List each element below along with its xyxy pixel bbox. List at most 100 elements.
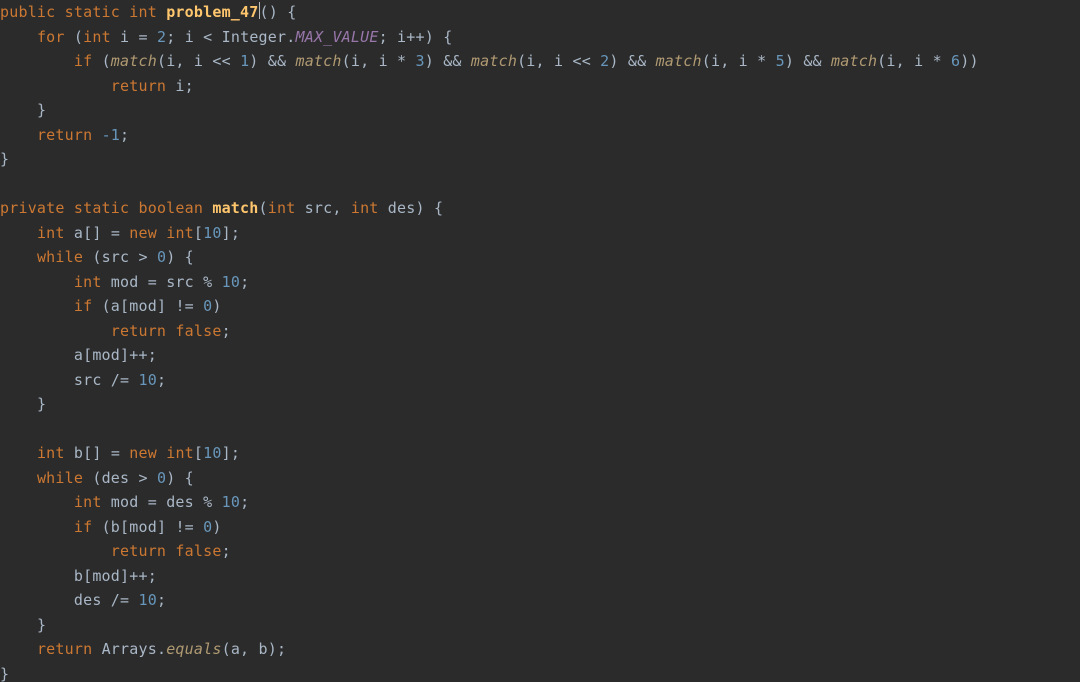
punct-cbrack: ] — [157, 297, 166, 315]
ident-i: i — [397, 28, 406, 46]
punct-obrack: [ — [83, 346, 92, 364]
punct-oparen: ( — [517, 52, 526, 70]
punct-semi: ; — [166, 28, 175, 46]
punct-cbrace: } — [37, 395, 46, 413]
op-shl: << — [212, 52, 230, 70]
number-0: 0 — [157, 248, 166, 266]
punct-cbrack: ] — [120, 346, 129, 364]
punct-dot: . — [157, 640, 166, 658]
ident-src: src — [305, 199, 333, 217]
number-minus1: -1 — [102, 126, 120, 144]
ident-b: b — [74, 567, 83, 585]
call-match: match — [656, 52, 702, 70]
keyword-if: if — [74, 52, 92, 70]
ident-i: i — [711, 52, 720, 70]
punct-cbrace: } — [0, 150, 9, 168]
number-6: 6 — [951, 52, 960, 70]
ident-mod: mod — [111, 493, 139, 511]
op-mod: % — [203, 273, 212, 291]
method-name-problem47: problem_47 — [166, 3, 258, 21]
ident-a: a — [231, 640, 240, 658]
keyword-static: static — [74, 199, 129, 217]
punct-obrack: [ — [83, 444, 92, 462]
punct-cparen: ) — [212, 518, 221, 536]
punct-obrack: [ — [83, 567, 92, 585]
keyword-int: int — [37, 444, 65, 462]
op-mul: * — [933, 52, 942, 70]
op-mul: * — [757, 52, 766, 70]
punct-obrack: [ — [194, 444, 203, 462]
punct-cbrack: ] — [92, 224, 101, 242]
keyword-private: private — [0, 199, 65, 217]
call-equals: equals — [166, 640, 221, 658]
punct-cparen: ) — [268, 640, 277, 658]
punct-semi: ; — [120, 126, 129, 144]
number-1: 1 — [240, 52, 249, 70]
number-10: 10 — [222, 273, 240, 291]
op-assign: = — [139, 28, 148, 46]
punct-cbrack: ] — [222, 224, 231, 242]
punct-semi: ; — [231, 444, 240, 462]
op-inc: ++ — [129, 567, 147, 585]
punct-cparen: ) — [970, 52, 979, 70]
punct-oparen: ( — [342, 52, 351, 70]
op-mul: * — [397, 52, 406, 70]
punct-cbrack: ] — [120, 567, 129, 585]
number-10: 10 — [203, 444, 221, 462]
punct-cparen: ) — [785, 52, 794, 70]
ident-src: src — [166, 273, 194, 291]
op-diveq: /= — [111, 591, 129, 609]
ident-des: des — [74, 591, 102, 609]
keyword-int: int — [83, 28, 111, 46]
keyword-static: static — [65, 3, 120, 21]
op-and: && — [803, 52, 821, 70]
number-10: 10 — [203, 224, 221, 242]
ident-src: src — [74, 371, 102, 389]
punct-cparen: ) — [425, 52, 434, 70]
keyword-false: false — [175, 322, 221, 340]
ident-b: b — [111, 518, 120, 536]
number-0: 0 — [203, 518, 212, 536]
ident-i: i — [914, 52, 923, 70]
op-diveq: /= — [111, 371, 129, 389]
number-3: 3 — [416, 52, 425, 70]
punct-obrack: [ — [120, 297, 129, 315]
punct-cbrace: } — [0, 665, 9, 682]
ident-b: b — [74, 444, 83, 462]
ident-des: des — [388, 199, 416, 217]
keyword-int: int — [166, 444, 194, 462]
keyword-boolean: boolean — [138, 199, 203, 217]
punct-oparen: ( — [102, 518, 111, 536]
punct-semi: ; — [157, 591, 166, 609]
op-inc: ++ — [406, 28, 424, 46]
op-and: && — [443, 52, 461, 70]
op-inc: ++ — [129, 346, 147, 364]
punct-obrace: { — [443, 28, 452, 46]
keyword-int: int — [74, 493, 102, 511]
op-gt: > — [139, 248, 148, 266]
op-shl: << — [572, 52, 590, 70]
punct-obrace: { — [185, 469, 194, 487]
ident-mod: mod — [129, 518, 157, 536]
punct-cparen: ) — [166, 248, 175, 266]
keyword-new: new — [129, 224, 157, 242]
method-name-match: match — [212, 199, 258, 217]
code-editor[interactable]: public static int problem_47() { for (in… — [0, 0, 1080, 682]
ident-a: a — [111, 297, 120, 315]
punct-oparen: ( — [157, 52, 166, 70]
punct-cparen: ) — [166, 469, 175, 487]
keyword-int: int — [166, 224, 194, 242]
punct-comma: , — [360, 52, 369, 70]
ident-i: i — [185, 28, 194, 46]
punct-oparen: ( — [259, 199, 268, 217]
op-gt: > — [139, 469, 148, 487]
keyword-return: return — [111, 322, 166, 340]
ident-i: i — [886, 52, 895, 70]
punct-semi: ; — [379, 28, 388, 46]
punct-semi: ; — [231, 224, 240, 242]
ident-mod: mod — [92, 346, 120, 364]
punct-cparen: ) — [212, 297, 221, 315]
ident-des: des — [166, 493, 194, 511]
class-integer: Integer — [222, 28, 287, 46]
op-assign: = — [148, 273, 157, 291]
